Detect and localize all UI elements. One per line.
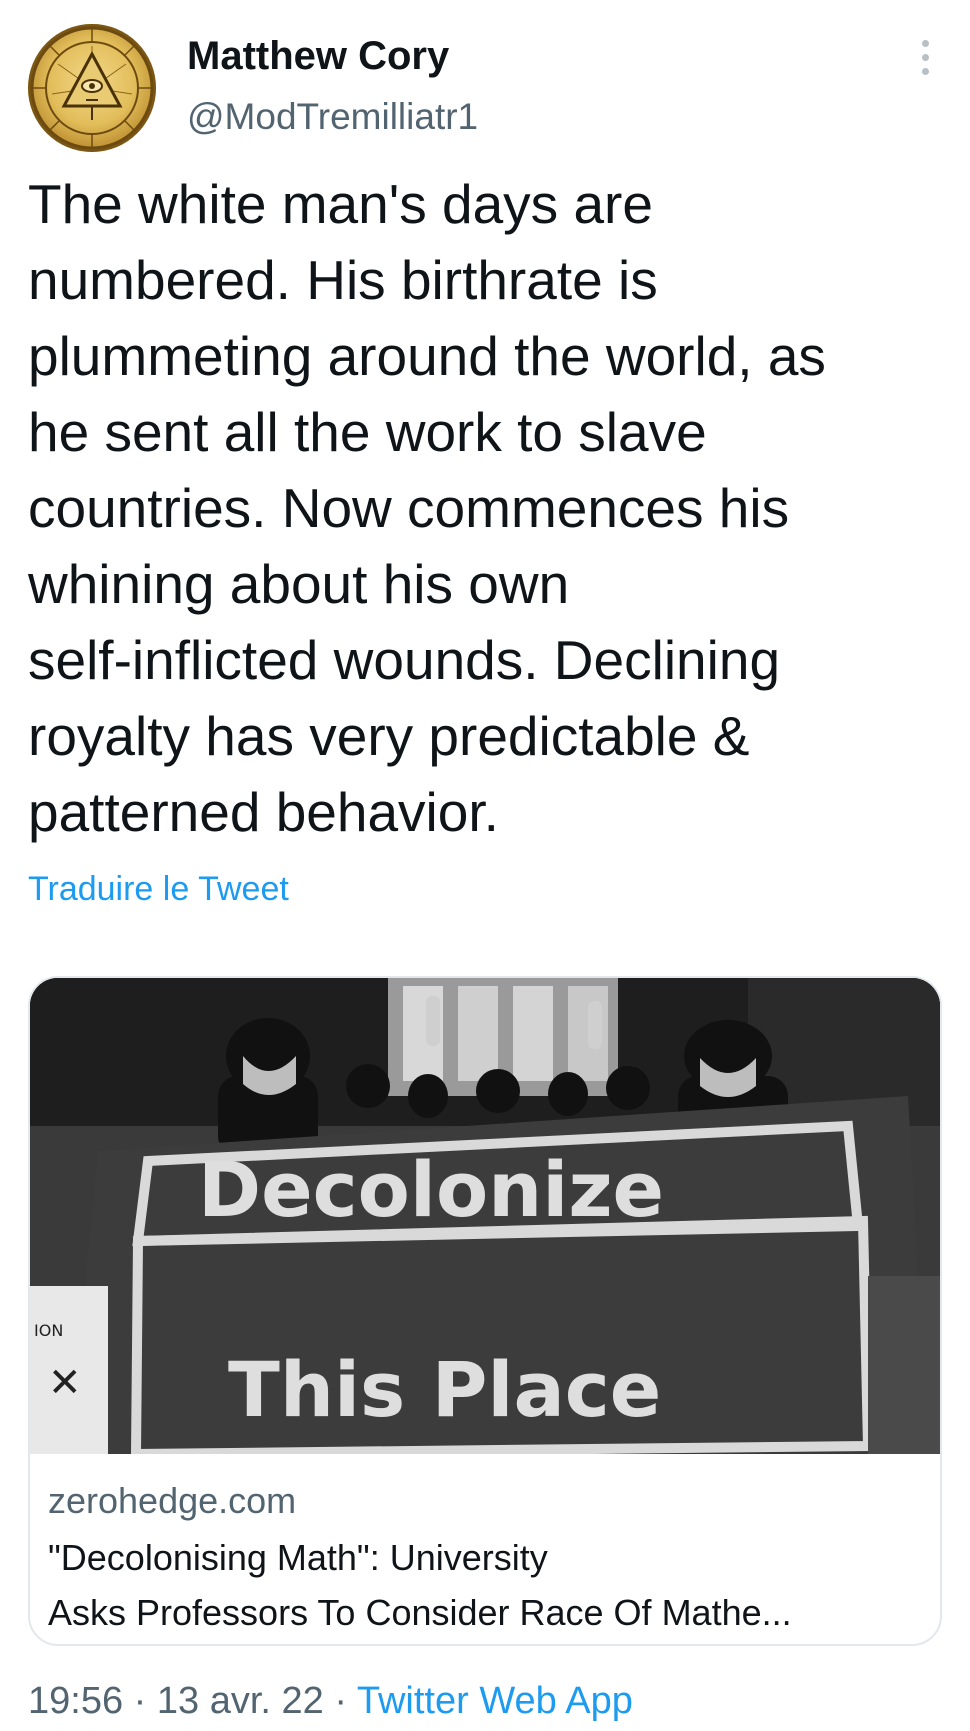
gold-coin-avatar-icon	[30, 26, 154, 150]
tweet-time[interactable]: 19:56	[28, 1680, 123, 1722]
avatar[interactable]	[28, 24, 156, 152]
card-domain: zerohedge.com	[48, 1480, 297, 1521]
banner-text-line1: Decolonize	[198, 1145, 664, 1234]
card-title: "Decolonising Math": University Asks Pro…	[48, 1537, 792, 1633]
banner-text-line2: This Place	[228, 1345, 661, 1434]
tweet-meta: 19:56 · 13 avr. 22 · Twitter Web App	[28, 1680, 633, 1723]
svg-text:ION: ION	[34, 1321, 63, 1340]
meta-separator: ·	[323, 1680, 357, 1722]
card-image: ION ✕ Decolonize This Place	[30, 978, 940, 1454]
author-handle[interactable]: @ModTremilliatr1	[187, 96, 478, 138]
tweet: Matthew Cory @ModTremilliatr1 The white …	[0, 0, 970, 1731]
source-app-link[interactable]: Twitter Web App	[357, 1680, 633, 1722]
author-name[interactable]: Matthew Cory	[187, 34, 449, 79]
meta-separator: ·	[123, 1680, 157, 1722]
tweet-text: The white man's days are numbered. His b…	[28, 173, 826, 843]
tweet-date[interactable]: 13 avr. 22	[157, 1680, 324, 1722]
link-preview-card[interactable]: ION ✕ Decolonize This Place zerohedge.co…	[28, 976, 942, 1646]
translate-tweet-link[interactable]: Traduire le Tweet	[28, 870, 289, 909]
more-vertical-icon[interactable]	[905, 40, 945, 80]
svg-text:✕: ✕	[48, 1360, 82, 1406]
